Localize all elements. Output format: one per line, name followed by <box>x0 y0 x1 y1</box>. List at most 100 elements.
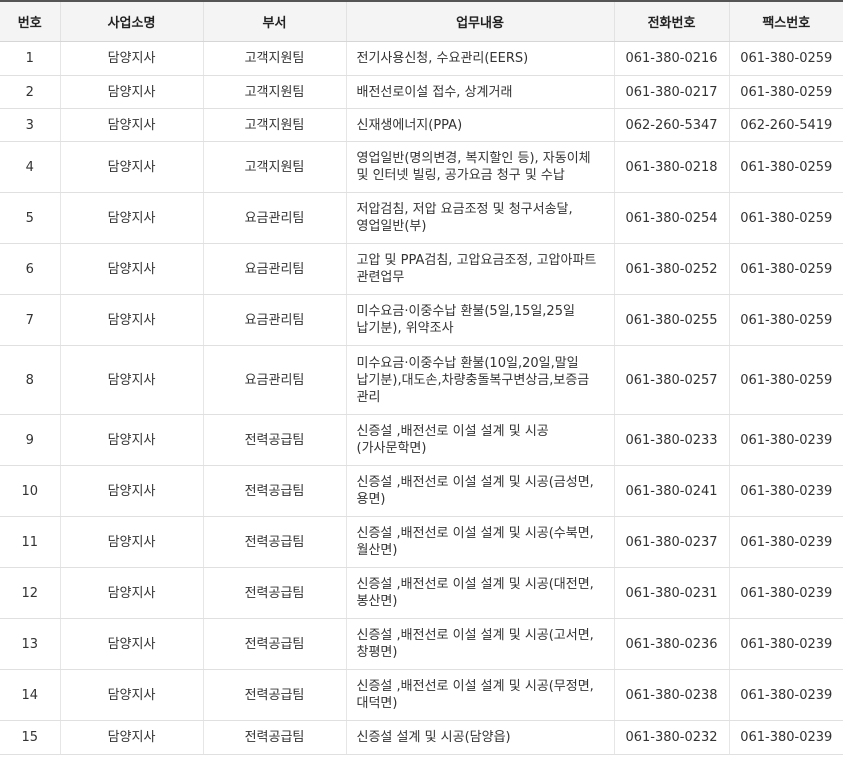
row-dept: 고객지원팀 <box>202 108 346 142</box>
row-duty: 신증설 설계 및 시공(담양읍) <box>345 720 614 755</box>
row-fax: 061-380-0239 <box>728 567 843 619</box>
header-dept: 부서 <box>202 1 346 42</box>
row-office: 담양지사 <box>59 75 203 109</box>
row-fax: 061-380-0259 <box>728 41 843 76</box>
row-office: 담양지사 <box>59 192 203 244</box>
row-phone: 061-380-0216 <box>613 41 729 76</box>
table-row: 14 담양지사 전력공급팀 신증설 ,배전선로 이설 설계 및 시공(무정면,대… <box>0 669 843 721</box>
row-fax: 061-380-0239 <box>728 669 843 721</box>
table-row: 10 담양지사 전력공급팀 신증설 ,배전선로 이설 설계 및 시공(금성면,용… <box>0 465 843 517</box>
row-no: 1 <box>0 41 60 76</box>
row-office: 담양지사 <box>59 669 203 721</box>
row-dept: 고객지원팀 <box>202 75 346 109</box>
header-duty: 업무내용 <box>345 1 614 42</box>
row-office: 담양지사 <box>59 618 203 670</box>
header-office: 사업소명 <box>59 1 203 42</box>
row-office: 담양지사 <box>59 465 203 517</box>
row-fax: 061-380-0259 <box>728 345 843 415</box>
row-no: 2 <box>0 75 60 109</box>
table-header-row: 번호 사업소명 부서 업무내용 전화번호 팩스번호 <box>0 1 843 42</box>
table-row: 4 담양지사 고객지원팀 영업일반(명의변경, 복지할인 등), 자동이체 및 … <box>0 141 843 193</box>
row-duty: 신증설 ,배전선로 이설 설계 및 시공(고서면,창평면) <box>345 618 614 670</box>
row-fax: 061-380-0239 <box>728 414 843 466</box>
row-dept: 전력공급팀 <box>202 516 346 568</box>
row-fax: 061-380-0239 <box>728 720 843 755</box>
row-office: 담양지사 <box>59 108 203 142</box>
row-dept: 전력공급팀 <box>202 414 346 466</box>
row-no: 6 <box>0 243 60 295</box>
row-no: 7 <box>0 294 60 346</box>
row-office: 담양지사 <box>59 516 203 568</box>
row-dept: 요금관리팀 <box>202 294 346 346</box>
row-fax: 061-380-0259 <box>728 192 843 244</box>
row-fax: 061-380-0259 <box>728 141 843 193</box>
table-row: 3 담양지사 고객지원팀 신재생에너지(PPA) 062-260-5347 06… <box>0 108 843 142</box>
row-phone: 062-260-5347 <box>613 108 729 142</box>
table-row: 11 담양지사 전력공급팀 신증설 ,배전선로 이설 설계 및 시공(수북면,월… <box>0 516 843 568</box>
row-office: 담양지사 <box>59 414 203 466</box>
row-duty: 미수요금·이중수납 환불(5일,15일,25일 납기분), 위약조사 <box>345 294 614 346</box>
row-phone: 061-380-0257 <box>613 345 729 415</box>
table-row: 9 담양지사 전력공급팀 신증설 ,배전선로 이설 설계 및 시공(가사문학면)… <box>0 414 843 466</box>
row-phone: 061-380-0241 <box>613 465 729 517</box>
row-duty: 신증설 ,배전선로 이설 설계 및 시공(대전면,봉산면) <box>345 567 614 619</box>
row-no: 9 <box>0 414 60 466</box>
row-dept: 요금관리팀 <box>202 345 346 415</box>
row-no: 3 <box>0 108 60 142</box>
row-dept: 전력공급팀 <box>202 465 346 517</box>
row-phone: 061-380-0254 <box>613 192 729 244</box>
row-no: 11 <box>0 516 60 568</box>
table-row: 2 담양지사 고객지원팀 배전선로이설 접수, 상계거래 061-380-021… <box>0 75 843 109</box>
row-office: 담양지사 <box>59 294 203 346</box>
table-row: 8 담양지사 요금관리팀 미수요금·이중수납 환불(10일,20일,말일 납기분… <box>0 345 843 415</box>
row-office: 담양지사 <box>59 720 203 755</box>
row-dept: 전력공급팀 <box>202 720 346 755</box>
row-no: 5 <box>0 192 60 244</box>
row-phone: 061-380-0236 <box>613 618 729 670</box>
table-row: 1 담양지사 고객지원팀 전기사용신청, 수요관리(EERS) 061-380-… <box>0 41 843 76</box>
row-duty: 전기사용신청, 수요관리(EERS) <box>345 41 614 76</box>
row-phone: 061-380-0238 <box>613 669 729 721</box>
row-no: 8 <box>0 345 60 415</box>
row-office: 담양지사 <box>59 567 203 619</box>
row-phone: 061-380-0231 <box>613 567 729 619</box>
row-phone: 061-380-0233 <box>613 414 729 466</box>
row-office: 담양지사 <box>59 345 203 415</box>
row-duty: 신증설 ,배전선로 이설 설계 및 시공(가사문학면) <box>345 414 614 466</box>
row-dept: 전력공급팀 <box>202 567 346 619</box>
row-phone: 061-380-0218 <box>613 141 729 193</box>
row-fax: 061-380-0259 <box>728 294 843 346</box>
row-phone: 061-380-0217 <box>613 75 729 109</box>
row-duty: 고압 및 PPA검침, 고압요금조정, 고압아파트 관련업무 <box>345 243 614 295</box>
row-no: 14 <box>0 669 60 721</box>
row-duty: 신증설 ,배전선로 이설 설계 및 시공(무정면,대덕면) <box>345 669 614 721</box>
row-fax: 061-380-0259 <box>728 243 843 295</box>
row-fax: 061-380-0239 <box>728 465 843 517</box>
row-fax: 061-380-0239 <box>728 516 843 568</box>
row-phone: 061-380-0237 <box>613 516 729 568</box>
row-dept: 요금관리팀 <box>202 243 346 295</box>
row-duty: 저압검침, 저압 요금조정 및 청구서송달, 영업일반(부) <box>345 192 614 244</box>
row-no: 4 <box>0 141 60 193</box>
row-no: 12 <box>0 567 60 619</box>
row-duty: 배전선로이설 접수, 상계거래 <box>345 75 614 109</box>
row-no: 15 <box>0 720 60 755</box>
row-no: 13 <box>0 618 60 670</box>
table-row: 13 담양지사 전력공급팀 신증설 ,배전선로 이설 설계 및 시공(고서면,창… <box>0 618 843 670</box>
row-phone: 061-380-0252 <box>613 243 729 295</box>
table-row: 7 담양지사 요금관리팀 미수요금·이중수납 환불(5일,15일,25일 납기분… <box>0 294 843 346</box>
row-office: 담양지사 <box>59 141 203 193</box>
header-phone: 전화번호 <box>613 1 729 42</box>
row-duty: 미수요금·이중수납 환불(10일,20일,말일 납기분),대도손,차량충돌복구변… <box>345 345 614 415</box>
row-fax: 061-380-0259 <box>728 75 843 109</box>
row-fax: 061-380-0239 <box>728 618 843 670</box>
row-dept: 전력공급팀 <box>202 618 346 670</box>
row-duty: 신증설 ,배전선로 이설 설계 및 시공(금성면,용면) <box>345 465 614 517</box>
header-no: 번호 <box>0 1 60 42</box>
row-dept: 요금관리팀 <box>202 192 346 244</box>
row-duty: 영업일반(명의변경, 복지할인 등), 자동이체 및 인터넷 빌링, 공가요금 … <box>345 141 614 193</box>
row-dept: 고객지원팀 <box>202 41 346 76</box>
table-row: 6 담양지사 요금관리팀 고압 및 PPA검침, 고압요금조정, 고압아파트 관… <box>0 243 843 295</box>
row-fax: 062-260-5419 <box>728 108 843 142</box>
row-phone: 061-380-0255 <box>613 294 729 346</box>
